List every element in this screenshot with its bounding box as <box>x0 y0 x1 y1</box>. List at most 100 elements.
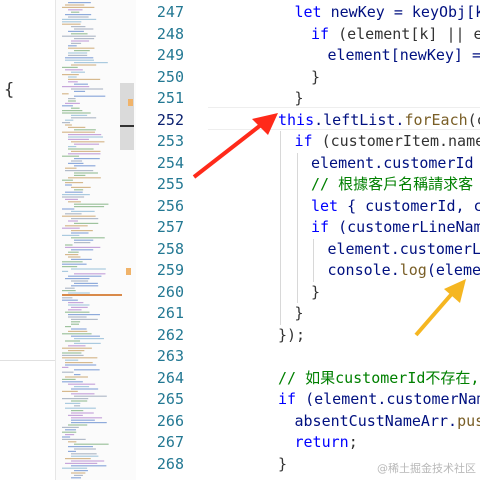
minimap-line <box>62 381 83 382</box>
minimap-line <box>74 475 83 476</box>
minimap-line <box>71 417 102 418</box>
minimap-line <box>74 273 105 274</box>
minimap-line <box>74 470 88 471</box>
minimap-cursor-line <box>120 125 134 127</box>
line-number: 253 <box>136 131 184 152</box>
minimap-line <box>65 278 89 279</box>
minimap-line <box>71 141 104 142</box>
minimap-line <box>68 177 101 178</box>
minimap-line <box>74 175 85 176</box>
minimap-line <box>68 384 95 385</box>
code-token: }); <box>278 326 305 344</box>
minimap[interactable] <box>56 0 136 480</box>
minimap-line <box>74 96 105 97</box>
minimap-line <box>65 463 97 464</box>
minimap-line <box>62 432 76 433</box>
minimap-line <box>62 194 90 195</box>
indent-guide <box>297 153 298 304</box>
minimap-line <box>65 69 83 70</box>
minimap-line <box>68 48 94 49</box>
code-line[interactable]: element.customerId = <box>311 153 480 174</box>
minimap-line <box>71 211 95 212</box>
minimap-line <box>68 163 83 164</box>
minimap-line <box>65 312 89 313</box>
minimap-line <box>68 304 89 305</box>
code-line[interactable]: } <box>311 282 320 303</box>
minimap-line <box>65 340 80 341</box>
minimap-line <box>71 422 107 423</box>
code-line[interactable]: } <box>311 67 320 88</box>
minimap-line <box>71 420 95 421</box>
minimap-line <box>74 204 108 205</box>
code-token: (element.customerName <box>296 390 480 408</box>
code-line[interactable]: } <box>295 303 304 324</box>
minimap-line <box>71 33 88 34</box>
code-line[interactable]: if (element.customerName <box>278 389 480 410</box>
code-line[interactable]: return; <box>295 432 358 453</box>
minimap-line <box>68 309 82 310</box>
minimap-line <box>74 405 80 406</box>
minimap-line <box>71 72 85 73</box>
minimap-line <box>74 129 96 130</box>
code-token: } <box>311 283 320 301</box>
code-token: newKey = keyObj[k] <box>322 3 480 21</box>
minimap-line <box>62 7 94 8</box>
minimap-line <box>68 424 87 425</box>
minimap-line <box>68 9 83 10</box>
code-token: { customerId, cu <box>338 197 480 215</box>
code-token: absentCustNameArr. <box>295 412 458 430</box>
minimap-line <box>68 45 77 46</box>
code-line[interactable]: let newKey = keyObj[k] <box>295 2 480 23</box>
minimap-line <box>71 472 85 473</box>
minimap-line <box>68 350 84 351</box>
code-line[interactable]: // 如果customerId不存在, <box>278 368 479 389</box>
code-token: } <box>295 89 304 107</box>
minimap-line <box>71 232 89 233</box>
minimap-line <box>71 12 79 13</box>
minimap-line <box>74 28 93 29</box>
code-token: if <box>311 218 329 236</box>
minimap-slider[interactable] <box>120 83 134 150</box>
code-line[interactable]: if (element[k] || elem <box>311 24 480 45</box>
minimap-line <box>62 67 78 68</box>
minimap-line <box>68 316 87 317</box>
minimap-line <box>65 429 76 430</box>
minimap-line <box>74 448 96 449</box>
code-token: element.customerLi <box>328 240 480 258</box>
minimap-line <box>62 216 96 217</box>
minimap-line <box>71 187 91 188</box>
yellow-arrow-annotation <box>410 275 480 345</box>
minimap-line <box>62 398 88 399</box>
code-line[interactable]: if (customerLineName <box>311 217 480 238</box>
minimap-line <box>65 376 88 377</box>
minimap-line <box>62 112 91 113</box>
code-line[interactable]: element[newKey] = el <box>328 45 480 66</box>
code-line[interactable]: }); <box>278 325 305 346</box>
code-editor[interactable]: let newKey = keyObj[k]if (element[k] || … <box>278 0 480 480</box>
minimap-line <box>62 180 73 181</box>
minimap-line <box>74 369 100 370</box>
minimap-line <box>71 115 87 116</box>
code-line[interactable]: let { customerId, cu <box>311 196 480 217</box>
line-number: 266 <box>136 411 184 432</box>
code-line[interactable]: // 根據客戶名稱請求客 <box>311 174 473 195</box>
code-line[interactable]: this.leftList.forEach(cu <box>278 110 480 131</box>
code-line[interactable]: } <box>295 88 304 109</box>
code-line[interactable]: absentCustNameArr.push <box>295 411 480 432</box>
code-token: return <box>295 433 349 451</box>
code-line[interactable]: if (customerItem.name <box>295 131 480 152</box>
minimap-line <box>65 120 73 121</box>
code-line[interactable]: } <box>278 454 287 475</box>
minimap-line <box>71 237 105 238</box>
minimap-line <box>62 24 81 25</box>
line-number: 263 <box>136 346 184 367</box>
minimap-line <box>71 151 100 152</box>
line-number: 248 <box>136 24 184 45</box>
code-line[interactable]: element.customerLi <box>328 239 480 260</box>
minimap-line <box>62 21 81 22</box>
code-token: } <box>278 455 287 473</box>
minimap-line <box>68 55 87 56</box>
watermark: @稀土掘金技术社区 <box>377 460 476 476</box>
code-token: ; <box>349 433 358 451</box>
minimap-line <box>71 26 85 27</box>
